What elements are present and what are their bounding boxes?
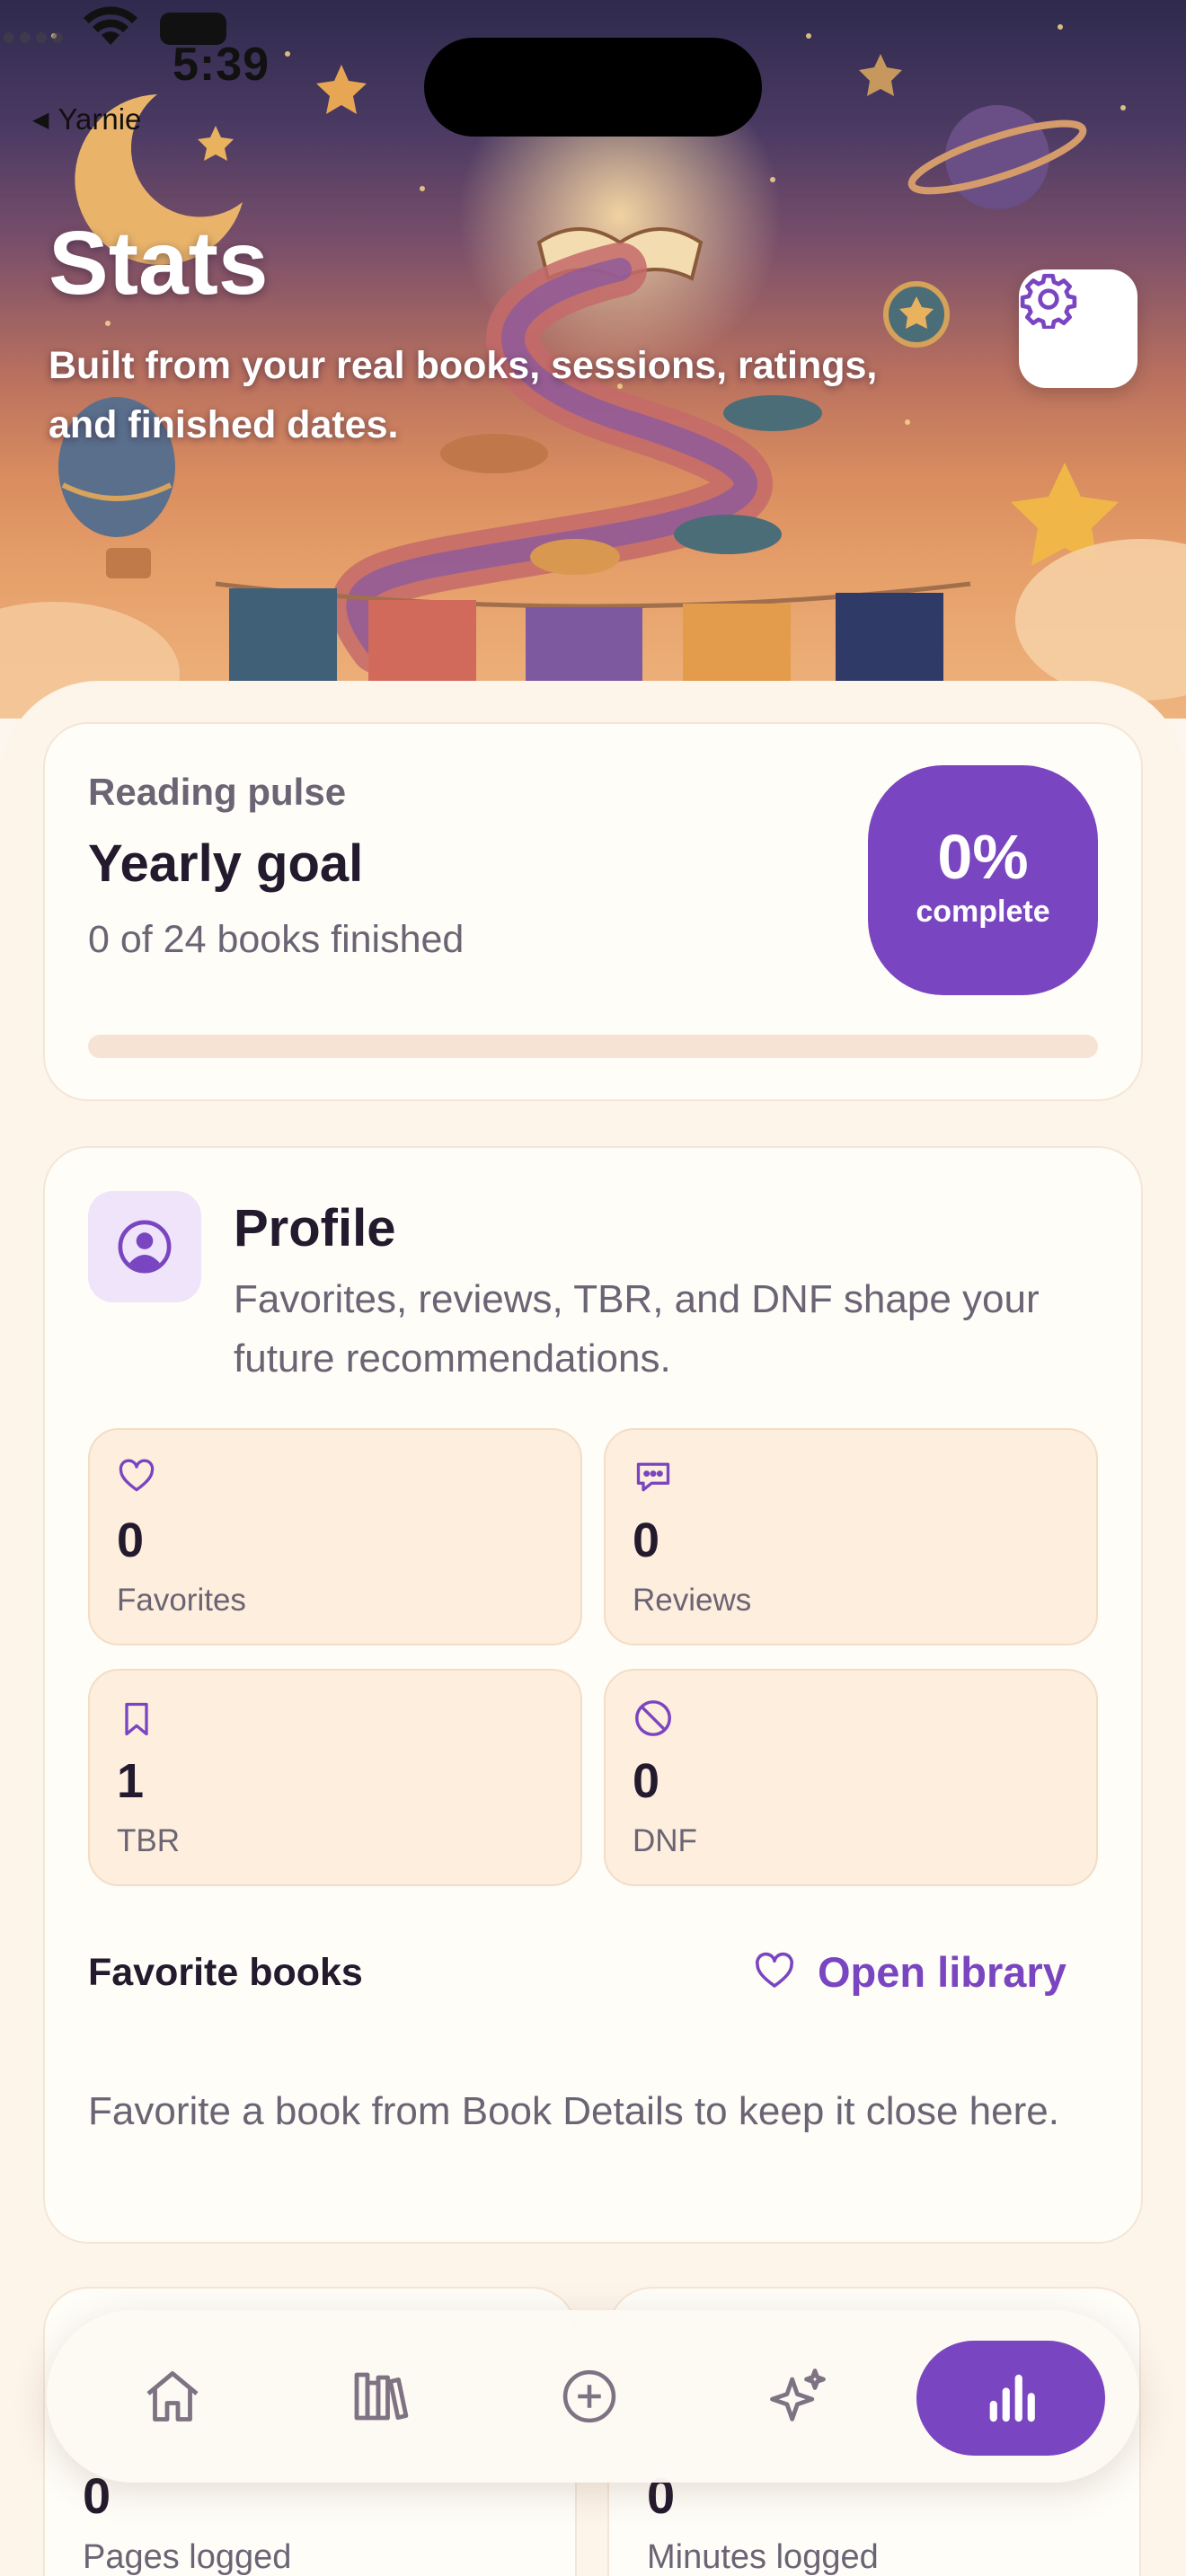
goal-percent-value: 0%: [937, 822, 1029, 892]
favorite-books-heading: Favorite books: [88, 1951, 363, 1994]
profile-avatar: [88, 1191, 201, 1302]
page-title: Stats: [49, 213, 269, 313]
prohibited-icon: [635, 1700, 671, 1736]
tab-stats[interactable]: [916, 2341, 1105, 2456]
heart-icon: [755, 1952, 794, 1988]
stat-tile-reviews[interactable]: 0 Reviews: [604, 1428, 1098, 1645]
library-icon: [354, 2372, 409, 2421]
favorites-empty-message: Favorite a book from Book Details to kee…: [88, 2089, 1059, 2133]
person-circle-icon: [118, 1220, 172, 1274]
sparkles-icon: [770, 2369, 826, 2422]
profile-subtitle: Favorites, reviews, TBR, and DNF shape y…: [234, 1277, 1040, 1381]
dnf-count: 0: [633, 1754, 660, 1808]
minutes-logged-label: Minutes logged: [647, 2538, 879, 2576]
tbr-count: 1: [117, 1754, 145, 1808]
stats-icon: [989, 2374, 1035, 2422]
stat-tile-dnf[interactable]: 0 DNF: [604, 1669, 1098, 1886]
tab-bar: [47, 2310, 1139, 2483]
goal-progress-text: 0 of 24 books finished: [88, 918, 465, 961]
pages-logged-label: Pages logged: [83, 2538, 292, 2576]
hero-illustration: 5:39 ◀ Yarnie Stats Built from your real …: [0, 0, 1186, 719]
tab-library[interactable]: [323, 2339, 438, 2454]
back-to-app-link[interactable]: ◀ Yarnie: [32, 102, 141, 137]
tbr-label: TBR: [117, 1823, 180, 1858]
tab-add[interactable]: [532, 2339, 647, 2454]
battery-icon: [160, 13, 226, 45]
goal-progress-bar: [88, 1035, 1098, 1058]
dynamic-island: [424, 38, 762, 137]
gear-icon: [1020, 273, 1077, 329]
goal-percent-label: complete: [916, 895, 1050, 929]
favorites-count: 0: [117, 1513, 145, 1567]
heart-icon: [119, 1459, 155, 1492]
page-subtitle: Built from your real books, sessions, ra…: [49, 344, 878, 446]
reviews-label: Reviews: [633, 1583, 752, 1618]
tab-discover[interactable]: [740, 2339, 855, 2454]
reviews-count: 0: [633, 1513, 660, 1567]
open-library-button[interactable]: Open library: [751, 1940, 1067, 2003]
profile-title: Profile: [234, 1199, 396, 1257]
status-icons: [4, 6, 226, 45]
favorites-label: Favorites: [117, 1583, 246, 1618]
goal-title: Yearly goal: [88, 834, 364, 893]
home-icon: [146, 2371, 199, 2422]
bookmark-icon: [125, 1702, 148, 1736]
stat-tile-tbr[interactable]: 1 TBR: [88, 1669, 582, 1886]
cellular-signal-icon: [4, 32, 63, 43]
tab-home[interactable]: [115, 2339, 230, 2454]
settings-button[interactable]: [1019, 269, 1137, 388]
goal-eyebrow: Reading pulse: [88, 771, 347, 813]
chat-bubble-icon: [636, 1462, 670, 1492]
dnf-label: DNF: [633, 1823, 697, 1858]
wifi-icon: [84, 6, 137, 45]
open-library-label: Open library: [818, 1947, 1067, 1996]
add-icon: [562, 2369, 616, 2423]
stat-tile-favorites[interactable]: 0 Favorites: [88, 1428, 582, 1645]
back-triangle-icon: ◀: [32, 108, 49, 132]
goal-percent-badge: 0% complete: [868, 765, 1098, 995]
back-app-label: Yarnie: [58, 102, 142, 136]
